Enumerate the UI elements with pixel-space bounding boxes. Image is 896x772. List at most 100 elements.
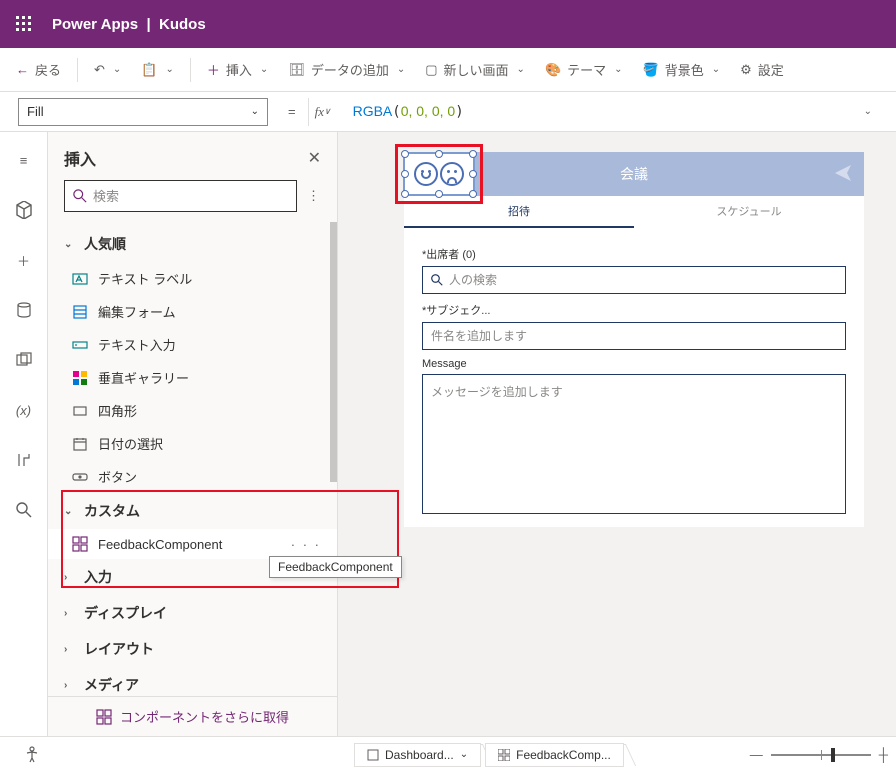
component-icon <box>498 749 510 761</box>
plus-icon: ＋ <box>207 60 220 79</box>
rail-add-icon[interactable]: ＋ <box>8 244 40 276</box>
component-icon <box>96 709 112 725</box>
subject-label: *サブジェク... <box>422 302 846 318</box>
message-label: Message <box>422 358 846 370</box>
item-rectangle[interactable]: 四角形 <box>48 394 337 427</box>
chevron-right-icon: › <box>64 644 76 655</box>
panel-title: 挿入 <box>64 146 96 170</box>
item-text-input[interactable]: テキスト入力 <box>48 328 337 361</box>
subject-input[interactable] <box>431 329 837 343</box>
new-screen-button[interactable]: ▢新しい画面⌄ <box>417 54 533 85</box>
smile-face-icon <box>414 162 438 186</box>
command-bar: ← 戻る ↶⌄ 📋⌄ ＋挿入⌄ 🗄データの追加⌄ ▢新しい画面⌄ 🎨テーマ⌄ 🪣… <box>0 48 896 92</box>
fx-icon[interactable]: fx∨ <box>308 98 337 126</box>
rail-variable-icon[interactable]: (x) <box>8 394 40 426</box>
rail-data-icon[interactable] <box>8 294 40 326</box>
undo-button[interactable]: ↶⌄ <box>86 56 129 84</box>
add-data-button[interactable]: 🗄データの追加⌄ <box>280 54 413 85</box>
insert-tree: ⌄人気順 テキスト ラベル 編集フォーム テキスト入力 垂直ギャラリー 四角形 <box>48 222 337 696</box>
tabs: 招待 スケジュール <box>404 196 864 228</box>
clipboard-icon: 📋 <box>141 62 157 78</box>
tab-schedule[interactable]: スケジュール <box>634 196 864 228</box>
zoom-in-icon[interactable]: ┼ <box>879 747 888 762</box>
component-icon <box>72 536 88 552</box>
separator <box>77 58 78 82</box>
section-display[interactable]: ›ディスプレイ <box>48 595 337 631</box>
rectangle-icon <box>72 403 88 419</box>
tooltip: FeedbackComponent <box>269 556 402 578</box>
close-icon[interactable]: ✕ <box>308 148 321 168</box>
slider-thumb[interactable] <box>831 748 835 762</box>
chevron-down-icon: ⌄ <box>64 506 76 517</box>
chevron-down-icon: ⌄ <box>460 749 468 760</box>
search-icon <box>73 189 87 203</box>
send-icon[interactable] <box>834 164 852 185</box>
item-text-label[interactable]: テキスト ラベル <box>48 262 337 295</box>
item-button[interactable]: ボタン <box>48 460 337 493</box>
text-input-icon <box>72 337 88 353</box>
search-input[interactable] <box>93 189 288 204</box>
expand-formula-icon[interactable]: ⌄ <box>858 106 878 117</box>
item-date-picker[interactable]: 日付の選択 <box>48 427 337 460</box>
formula-input[interactable]: RGBA(0, 0, 0, 0) <box>345 103 850 120</box>
feedback-component-instance[interactable] <box>403 152 475 196</box>
item-edit-form[interactable]: 編集フォーム <box>48 295 337 328</box>
insert-panel: 挿入 ✕ ⋮ ⌄人気順 テキスト ラベル 編集フォーム テキスト入力 <box>48 132 338 736</box>
chevron-right-icon: › <box>64 572 76 583</box>
paste-button[interactable]: 📋⌄ <box>133 56 182 84</box>
get-more-components[interactable]: コンポーネントをさらに取得 <box>48 696 337 736</box>
app-header: Power Apps | Kudos <box>0 0 896 48</box>
canvas[interactable]: 会議 招待 スケジュール *出席者 (0) *サブジェク... Me <box>338 132 896 736</box>
rail-media-icon[interactable] <box>8 344 40 376</box>
insert-button[interactable]: ＋挿入⌄ <box>199 54 276 85</box>
text-label-icon <box>72 271 88 287</box>
theme-button[interactable]: 🎨テーマ⌄ <box>537 54 631 85</box>
device-preview: 会議 招待 スケジュール *出席者 (0) *サブジェク... Me <box>404 152 864 527</box>
more-icon[interactable]: · · · <box>291 537 321 552</box>
item-feedback-component[interactable]: FeedbackComponent · · · <box>48 529 337 559</box>
back-button[interactable]: ← 戻る <box>8 54 69 85</box>
search-box[interactable] <box>64 180 297 212</box>
undo-icon: ↶ <box>94 62 105 78</box>
message-textarea[interactable] <box>422 374 846 514</box>
tab-dashboard[interactable]: Dashboard... ⌄ <box>354 743 481 767</box>
form-icon <box>72 304 88 320</box>
back-arrow-icon: ← <box>16 62 29 77</box>
subject-field[interactable] <box>422 322 846 350</box>
separator <box>190 58 191 82</box>
bucket-icon: 🪣 <box>643 62 659 78</box>
rail-tree-icon[interactable]: ≡ <box>8 144 40 176</box>
sad-face-icon <box>440 162 464 186</box>
tab-feedback-comp[interactable]: FeedbackComp... <box>485 743 624 767</box>
section-media[interactable]: ›メディア <box>48 667 337 696</box>
rail-advanced-icon[interactable] <box>8 444 40 476</box>
waffle-icon[interactable] <box>8 8 40 40</box>
search-icon <box>431 274 443 286</box>
chevron-right-icon: › <box>64 680 76 691</box>
chevron-down-icon: ⌄ <box>251 106 259 117</box>
attendees-label: *出席者 (0) <box>422 246 846 262</box>
chevron-down-icon: ⌄ <box>64 239 76 250</box>
attendees-search[interactable] <box>422 266 846 294</box>
database-icon: 🗄 <box>288 62 305 78</box>
bgcolor-button[interactable]: 🪣背景色⌄ <box>635 54 729 85</box>
screen-icon <box>367 749 379 761</box>
settings-button[interactable]: ⚙設定 <box>732 54 792 85</box>
zoom-out-icon[interactable]: — <box>750 747 763 762</box>
property-selector[interactable]: Fill ⌄ <box>18 98 268 126</box>
attendees-input[interactable] <box>449 273 837 287</box>
more-icon[interactable]: ⋮ <box>307 188 321 204</box>
chevron-right-icon: › <box>64 608 76 619</box>
left-rail: ≡ ＋ (x) <box>0 132 48 736</box>
tab-invite[interactable]: 招待 <box>404 196 634 228</box>
slider-track[interactable] <box>771 754 871 756</box>
section-popular[interactable]: ⌄人気順 <box>48 226 337 262</box>
rail-insert-icon[interactable] <box>8 194 40 226</box>
zoom-slider[interactable]: — ┼ <box>750 747 888 762</box>
app-title: Power Apps | Kudos <box>52 16 206 33</box>
rail-search-icon[interactable] <box>8 494 40 526</box>
item-gallery[interactable]: 垂直ギャラリー <box>48 361 337 394</box>
section-custom[interactable]: ⌄カスタム <box>48 493 337 529</box>
section-layout[interactable]: ›レイアウト <box>48 631 337 667</box>
accessibility-icon[interactable] <box>16 739 48 771</box>
